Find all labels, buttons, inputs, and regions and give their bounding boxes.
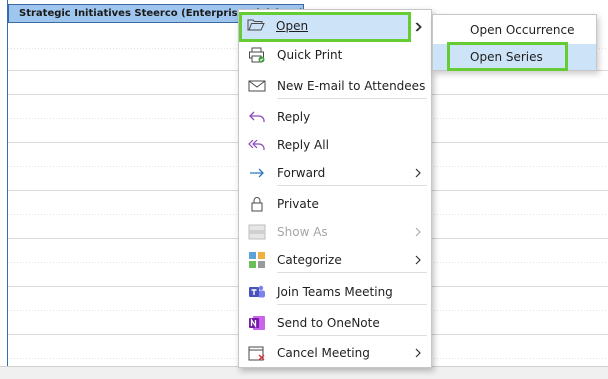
menu-item-label: Reply All xyxy=(277,138,329,152)
menu-item-label: Join Teams Meeting xyxy=(277,285,393,299)
annotation-highlight-open-series xyxy=(447,42,568,71)
menu-item-label: New E-mail to Attendees xyxy=(277,79,426,93)
menu-item-cancel-meeting[interactable]: Cancel Meeting xyxy=(239,339,431,367)
chevron-right-icon xyxy=(413,253,423,267)
submenu-item-open-occurrence[interactable]: Open Occurrence xyxy=(433,17,596,43)
menu-item-label: Private xyxy=(277,197,319,211)
menu-item-label: Show As xyxy=(277,225,328,239)
calendar-left-border xyxy=(7,0,8,367)
reply-all-icon xyxy=(248,137,266,153)
menu-item-label: Send to OneNote xyxy=(277,316,380,330)
menu-separator xyxy=(277,272,427,273)
menu-item-label: Reply xyxy=(277,110,311,124)
menu-item-label: Cancel Meeting xyxy=(277,346,370,360)
menu-item-quick-print[interactable]: Quick Print xyxy=(239,41,431,69)
chevron-right-icon xyxy=(413,166,423,180)
chevron-right-icon xyxy=(413,346,423,360)
menu-item-label: Categorize xyxy=(277,253,342,267)
show-as-icon xyxy=(248,224,266,240)
printer-icon xyxy=(248,47,266,63)
menu-separator xyxy=(277,185,427,186)
chevron-right-icon xyxy=(413,225,423,239)
cancel-calendar-icon xyxy=(248,345,266,361)
onenote-icon xyxy=(248,315,266,331)
menu-item-send-to-onenote[interactable]: Send to OneNote xyxy=(239,309,431,337)
menu-item-forward[interactable]: Forward xyxy=(239,159,431,187)
menu-item-label: Forward xyxy=(277,166,326,180)
lock-icon xyxy=(248,196,266,212)
menu-separator xyxy=(277,98,427,99)
envelope-icon xyxy=(248,78,266,94)
menu-item-label: Quick Print xyxy=(277,48,343,62)
category-grid-icon xyxy=(248,252,266,268)
submenu-item-label: Open Occurrence xyxy=(470,23,575,37)
menu-item-new-email[interactable]: New E-mail to Attendees xyxy=(239,72,431,100)
teams-icon xyxy=(248,284,266,300)
forward-arrow-icon xyxy=(248,165,266,181)
menu-item-categorize[interactable]: Categorize xyxy=(239,246,431,274)
annotation-highlight-open xyxy=(239,12,411,42)
menu-item-show-as: Show As xyxy=(239,218,431,246)
menu-item-reply-all[interactable]: Reply All xyxy=(239,131,431,159)
menu-separator xyxy=(277,304,427,305)
reply-icon xyxy=(248,109,266,125)
chevron-right-icon xyxy=(414,19,424,38)
menu-item-join-teams[interactable]: Join Teams Meeting xyxy=(239,278,431,306)
context-menu: Open Quick Print New E-mail to Attendees… xyxy=(238,9,432,368)
menu-item-reply[interactable]: Reply xyxy=(239,103,431,131)
menu-separator xyxy=(277,335,427,336)
menu-item-private[interactable]: Private xyxy=(239,190,431,218)
